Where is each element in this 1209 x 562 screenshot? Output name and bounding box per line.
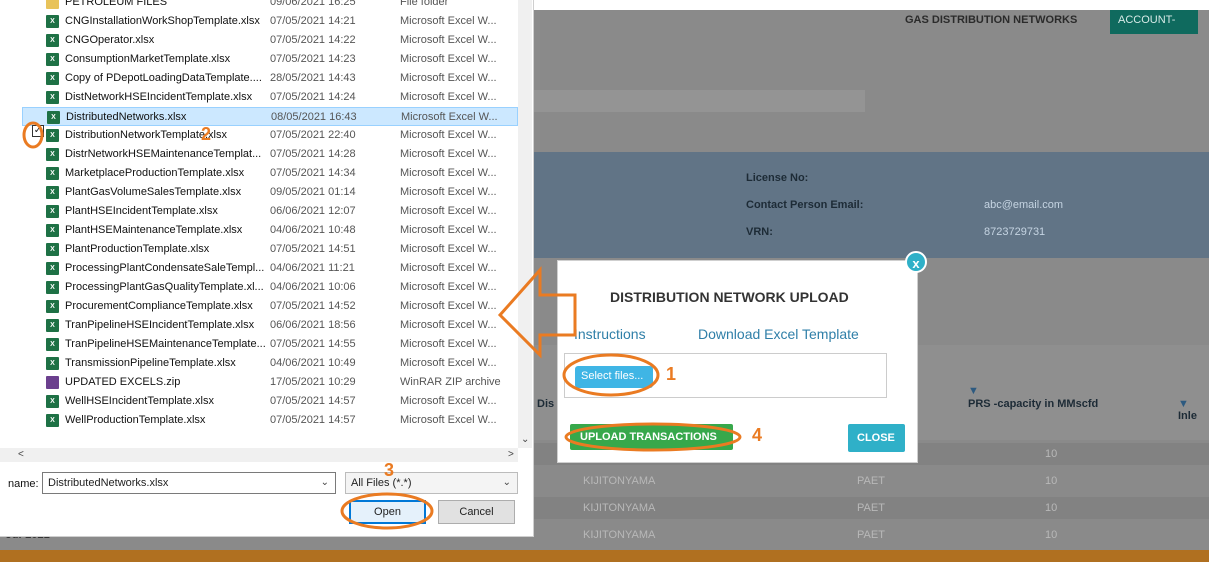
arrow-left-icon xyxy=(497,266,577,359)
annotation-overlay xyxy=(22,121,742,530)
highlight-circle xyxy=(22,121,44,149)
highlight-circle xyxy=(340,492,434,530)
step-1-label: 1 xyxy=(666,364,677,384)
step-4-label: 4 xyxy=(752,425,763,445)
step-3-label: 3 xyxy=(384,460,395,480)
highlight-circle xyxy=(564,422,742,452)
highlight-circle xyxy=(562,353,660,397)
step-2-label: 2 xyxy=(201,124,212,144)
